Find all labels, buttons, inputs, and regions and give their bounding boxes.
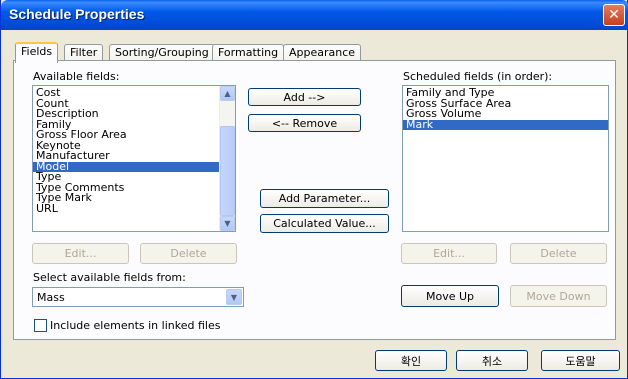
tab-label: Sorting/Grouping xyxy=(115,46,209,59)
close-button[interactable]: ✕ xyxy=(603,4,625,26)
add-parameter-button[interactable]: Add Parameter... xyxy=(260,189,389,208)
move-down-button[interactable]: Move Down xyxy=(510,285,607,307)
tab-label: Filter xyxy=(70,46,98,59)
select-fields-from-label: Select available fields from: xyxy=(33,271,186,284)
tab-appearance[interactable]: Appearance xyxy=(283,44,362,61)
schedule-properties-dialog: Schedule Properties ✕ Fields Filter Sort… xyxy=(0,0,628,379)
remove-button[interactable]: <-- Remove xyxy=(248,114,361,132)
button-label: Delete xyxy=(170,247,207,260)
help-button[interactable]: 도움말 xyxy=(541,350,620,371)
tab-sorting-grouping[interactable]: Sorting/Grouping xyxy=(109,44,215,61)
dropdown-value: Mass xyxy=(37,291,65,304)
button-label: Delete xyxy=(540,247,577,260)
button-label: Move Up xyxy=(425,289,475,303)
button-label: Move Down xyxy=(526,289,591,303)
move-up-button[interactable]: Move Up xyxy=(401,285,499,307)
available-delete-button[interactable]: Delete xyxy=(140,243,237,264)
ok-button[interactable]: 확인 xyxy=(375,350,447,371)
list-item[interactable]: URL xyxy=(33,203,219,215)
button-label: 도움말 xyxy=(565,354,596,368)
chevron-down-icon[interactable]: ▼ xyxy=(226,289,242,305)
tab-label: Appearance xyxy=(289,46,356,59)
up-arrow-icon[interactable]: ▲ xyxy=(220,86,235,101)
list-item[interactable]: Gross Volume xyxy=(403,108,608,120)
cancel-button[interactable]: 취소 xyxy=(456,350,528,371)
scheduled-edit-button[interactable]: Edit... xyxy=(401,243,497,264)
scheduled-delete-button[interactable]: Delete xyxy=(510,243,607,264)
tab-filter[interactable]: Filter xyxy=(64,44,104,61)
button-label: Edit... xyxy=(433,247,465,260)
scrollbar-thumb[interactable] xyxy=(220,126,235,216)
window-title: Schedule Properties xyxy=(9,6,145,22)
button-label: Edit... xyxy=(64,247,97,260)
button-label: 확인 xyxy=(400,354,422,368)
tab-label: Fields xyxy=(21,45,53,58)
close-icon: ✕ xyxy=(608,7,620,23)
add-button[interactable]: Add --> xyxy=(248,88,361,106)
scheduled-fields-label: Scheduled fields (in order): xyxy=(403,70,553,83)
include-linked-checkbox[interactable] xyxy=(34,319,47,332)
available-fields-list[interactable]: Cost Count Description Family Gross Floor Ar… xyxy=(32,85,236,232)
tab-label: Formatting xyxy=(218,46,279,59)
list-item[interactable]: Mark xyxy=(403,119,608,130)
calculated-value-button[interactable]: Calculated Value... xyxy=(260,214,389,233)
list-item[interactable]: Type Mark xyxy=(33,192,219,204)
button-label: Calculated Value... xyxy=(273,217,376,230)
available-fields-label: Available fields: xyxy=(33,70,120,83)
include-linked-label: Include elements in linked files xyxy=(50,319,221,332)
button-label: Add Parameter... xyxy=(278,192,371,205)
button-label: Add --> xyxy=(283,90,326,104)
scheduled-fields-list[interactable]: Family and Type Gross Surface Area Gross V… xyxy=(402,85,609,232)
tab-formatting[interactable]: Formatting xyxy=(212,44,285,61)
tab-fields[interactable]: Fields xyxy=(15,42,59,63)
button-label: <-- Remove xyxy=(271,116,338,130)
button-label: 취소 xyxy=(481,354,503,368)
down-arrow-icon[interactable]: ▼ xyxy=(220,216,235,231)
select-fields-from-dropdown[interactable]: Mass ▼ xyxy=(32,287,244,307)
title-bar[interactable]: Schedule Properties ✕ xyxy=(1,0,628,30)
available-edit-button[interactable]: Edit... xyxy=(32,243,129,264)
available-fields-scrollbar[interactable]: ▲ ▼ xyxy=(219,86,235,231)
